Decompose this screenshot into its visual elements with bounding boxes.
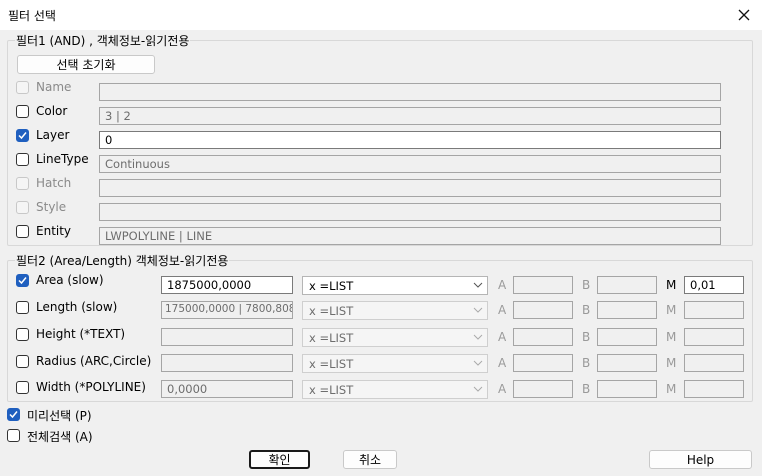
width-b-letter: B: [582, 382, 591, 396]
length-b-letter: B: [582, 303, 591, 317]
length-label: Length (slow): [36, 300, 118, 314]
chevron-down-icon: [473, 282, 483, 288]
length-b-field: [597, 301, 657, 319]
style-label: Style: [36, 200, 67, 214]
filter2-legend: 필터2 (Area/Length) 객체정보-읽기전용: [15, 252, 230, 269]
area-value-field[interactable]: 1875000,0000: [161, 276, 293, 294]
radius-a-field: [513, 354, 573, 372]
preselect-label: 미리선택 (P): [27, 409, 92, 423]
area-m-field[interactable]: 0,01: [684, 276, 744, 294]
check-icon: [18, 132, 27, 140]
hatch-checkbox[interactable]: [16, 177, 29, 190]
width-a-field: [513, 380, 573, 398]
area-m-letter: M: [666, 278, 677, 292]
width-operator-combo[interactable]: x =LIST: [302, 380, 488, 399]
height-a-field: [513, 328, 573, 346]
cancel-button[interactable]: 취소: [343, 450, 397, 469]
name-label: Name: [36, 80, 72, 94]
radius-operator-value: x =LIST: [309, 357, 354, 371]
preselect-checkbox[interactable]: [7, 408, 20, 421]
height-operator-combo[interactable]: x =LIST: [302, 328, 488, 347]
color-field: 3 | 2: [99, 107, 721, 125]
length-value-field: 175000,0000 | 7800,808: [161, 301, 293, 319]
global-search-label: 전체검색 (A): [27, 430, 93, 444]
color-checkbox[interactable]: [16, 105, 29, 118]
width-operator-value: x =LIST: [309, 383, 354, 397]
chevron-down-icon: [473, 334, 483, 340]
height-a-letter: A: [498, 330, 507, 344]
height-label: Height (*TEXT): [36, 327, 126, 341]
check-icon: [18, 277, 27, 285]
length-operator-combo[interactable]: x =LIST: [302, 301, 488, 320]
radius-label: Radius (ARC,Circle): [36, 354, 152, 368]
radius-a-letter: A: [498, 356, 507, 370]
radius-operator-combo[interactable]: x =LIST: [302, 354, 488, 373]
reset-selection-button[interactable]: 선택 초기화: [17, 55, 155, 74]
length-checkbox[interactable]: [16, 301, 29, 314]
style-checkbox[interactable]: [16, 201, 29, 214]
width-a-letter: A: [498, 382, 507, 396]
radius-b-field: [597, 354, 657, 372]
chevron-down-icon: [473, 307, 483, 313]
window-title: 필터 선택: [8, 9, 56, 23]
style-field: [99, 203, 721, 221]
length-m-letter: M: [666, 303, 677, 317]
height-checkbox[interactable]: [16, 328, 29, 341]
width-label: Width (*POLYLINE): [36, 380, 146, 394]
area-checkbox[interactable]: [16, 274, 29, 287]
color-label: Color: [36, 104, 68, 118]
name-checkbox[interactable]: [16, 81, 29, 94]
name-field: [99, 83, 721, 101]
check-icon: [9, 411, 18, 419]
width-m-field: [684, 380, 744, 398]
radius-b-letter: B: [582, 356, 591, 370]
entity-label: Entity: [36, 224, 72, 238]
chevron-down-icon: [473, 360, 483, 366]
layer-checkbox[interactable]: [16, 129, 29, 142]
area-a-letter: A: [498, 278, 507, 292]
ok-button[interactable]: 확인: [249, 450, 310, 469]
help-button[interactable]: Help: [649, 450, 752, 469]
filter1-legend: 필터1 (AND) , 객체정보-읽기전용: [15, 32, 191, 49]
entity-checkbox[interactable]: [16, 225, 29, 238]
height-operator-value: x =LIST: [309, 331, 354, 345]
width-value-field: 0,0000: [161, 380, 293, 398]
height-m-letter: M: [666, 330, 677, 344]
height-b-letter: B: [582, 330, 591, 344]
linetype-field: Continuous: [99, 155, 721, 173]
height-b-field: [597, 328, 657, 346]
length-a-field: [513, 301, 573, 319]
height-value-field: [161, 328, 293, 346]
length-m-field: [684, 301, 744, 319]
area-b-field: [597, 276, 657, 294]
height-m-field: [684, 328, 744, 346]
entity-field: LWPOLYLINE | LINE: [99, 227, 721, 245]
length-operator-value: x =LIST: [309, 304, 354, 318]
width-m-letter: M: [666, 382, 677, 396]
area-operator-value: x =LIST: [309, 279, 354, 293]
area-label: Area (slow): [36, 273, 104, 287]
layer-field[interactable]: 0: [99, 131, 721, 149]
layer-label: Layer: [36, 128, 70, 142]
width-checkbox[interactable]: [16, 381, 29, 394]
radius-checkbox[interactable]: [16, 355, 29, 368]
close-button[interactable]: [730, 2, 758, 28]
radius-value-field: [161, 354, 293, 372]
radius-m-field: [684, 354, 744, 372]
area-a-field: [513, 276, 573, 294]
area-b-letter: B: [582, 278, 591, 292]
hatch-label: Hatch: [36, 176, 72, 190]
linetype-checkbox[interactable]: [16, 153, 29, 166]
radius-m-letter: M: [666, 356, 677, 370]
title-bar: 필터 선택: [0, 0, 762, 30]
linetype-label: LineType: [36, 152, 89, 166]
global-search-checkbox[interactable]: [7, 429, 20, 442]
area-operator-combo[interactable]: x =LIST: [302, 276, 488, 295]
width-b-field: [597, 380, 657, 398]
chevron-down-icon: [473, 386, 483, 392]
length-a-letter: A: [498, 303, 507, 317]
close-icon: [738, 9, 750, 21]
hatch-field: [99, 179, 721, 197]
